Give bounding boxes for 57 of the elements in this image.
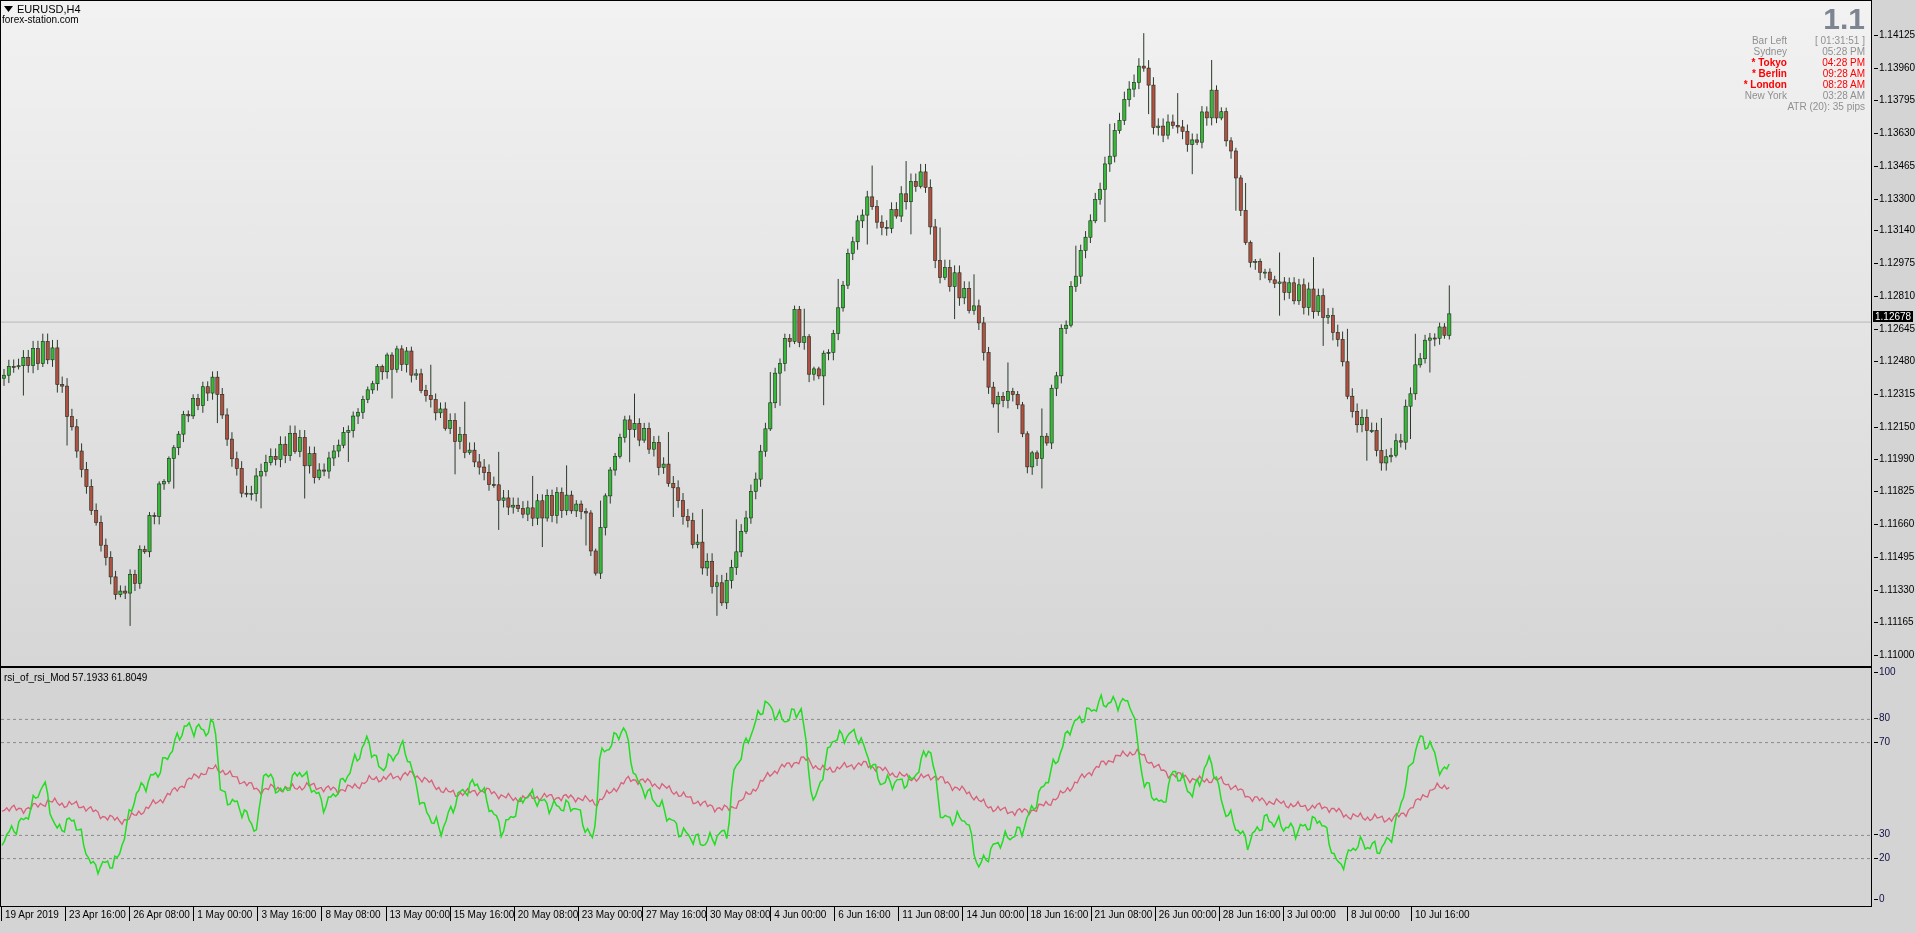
time-label: 26 Jun 00:00 (1154, 907, 1219, 921)
session-name: New York (1743, 90, 1787, 101)
price-label: 1.13300 (1874, 192, 1916, 205)
price-label: 1.11495 (1874, 550, 1915, 563)
symbol-name: EURUSD,H4 (17, 3, 81, 15)
time-label: 11 Jun 08:00 (898, 907, 963, 921)
level-label: 20 (1874, 851, 1891, 864)
level-label: 0 (1874, 893, 1885, 905)
time-label: 21 Jun 08:00 (1090, 907, 1155, 921)
big-value: 1.1 (1823, 3, 1865, 35)
price-label: 1.11000 (1874, 649, 1915, 661)
time-label: 26 Apr 08:00 (129, 907, 194, 921)
time-label: 18 Jun 16:00 (1026, 907, 1091, 921)
session-time: 03:28 AM (1821, 90, 1865, 101)
price-label: 1.12810 (1874, 289, 1916, 302)
time-label: 23 May 00:00 (577, 907, 642, 921)
time-label: 23 Apr 16:00 (65, 907, 130, 921)
session-time: 05:28 PM (1821, 46, 1865, 57)
time-label: 30 May 08:00 (706, 907, 771, 921)
time-label: 3 May 16:00 (257, 907, 322, 921)
session-time: [ 01:31:51 ] (1814, 35, 1865, 46)
level-label: 100 (1874, 666, 1896, 678)
time-label: 4 Jun 00:00 (770, 907, 835, 921)
current-price-label: 1.12678 (1873, 311, 1914, 323)
time-label: 27 May 16:00 (641, 907, 707, 921)
time-label: 8 May 08:00 (321, 907, 386, 921)
dropdown-icon[interactable] (4, 6, 13, 12)
session-time: 09:28 AM (1821, 68, 1865, 79)
time-label: 3 Jul 00:00 (1282, 907, 1347, 921)
time-label: 19 Apr 2019 (1, 907, 66, 921)
price-label: 1.14125 (1874, 29, 1916, 41)
time-label: 15 May 16:00 (449, 907, 514, 921)
time-label: 1 May 00:00 (193, 907, 258, 921)
source-label: forex-station.com (2, 14, 79, 26)
price-label: 1.11990 (1874, 452, 1915, 465)
session-time: 08:28 AM (1821, 79, 1865, 90)
atr-text: ATR (20): 35 pips (1787, 101, 1865, 113)
session-time: 04:28 PM (1821, 57, 1865, 68)
price-label: 1.13960 (1874, 61, 1916, 74)
time-label: 14 Jun 00:00 (962, 907, 1027, 921)
session-name: Bar Left (1750, 35, 1787, 46)
session-name: Sydney (1753, 46, 1787, 57)
session-name: * Berlin (1750, 68, 1787, 79)
level-label: 70 (1874, 735, 1891, 748)
time-label: 10 Jul 16:00 (1411, 907, 1476, 921)
time-label: 13 May 00:00 (385, 907, 450, 921)
price-label: 1.12645 (1874, 322, 1916, 335)
session-name: * London (1743, 79, 1787, 90)
price-label: 1.11330 (1874, 583, 1915, 596)
price-label: 1.13465 (1874, 159, 1916, 172)
indicator-title: rsi_of_rsi_Mod 57.1933 61.8049 (4, 672, 148, 684)
time-label: 28 Jun 16:00 (1218, 907, 1283, 921)
price-label: 1.12150 (1874, 420, 1916, 433)
time-label: 6 Jun 16:00 (834, 907, 899, 921)
time-label: 20 May 08:00 (513, 907, 578, 921)
time-label: 8 Jul 00:00 (1346, 907, 1412, 921)
session-name: * Tokyo (1750, 57, 1787, 68)
